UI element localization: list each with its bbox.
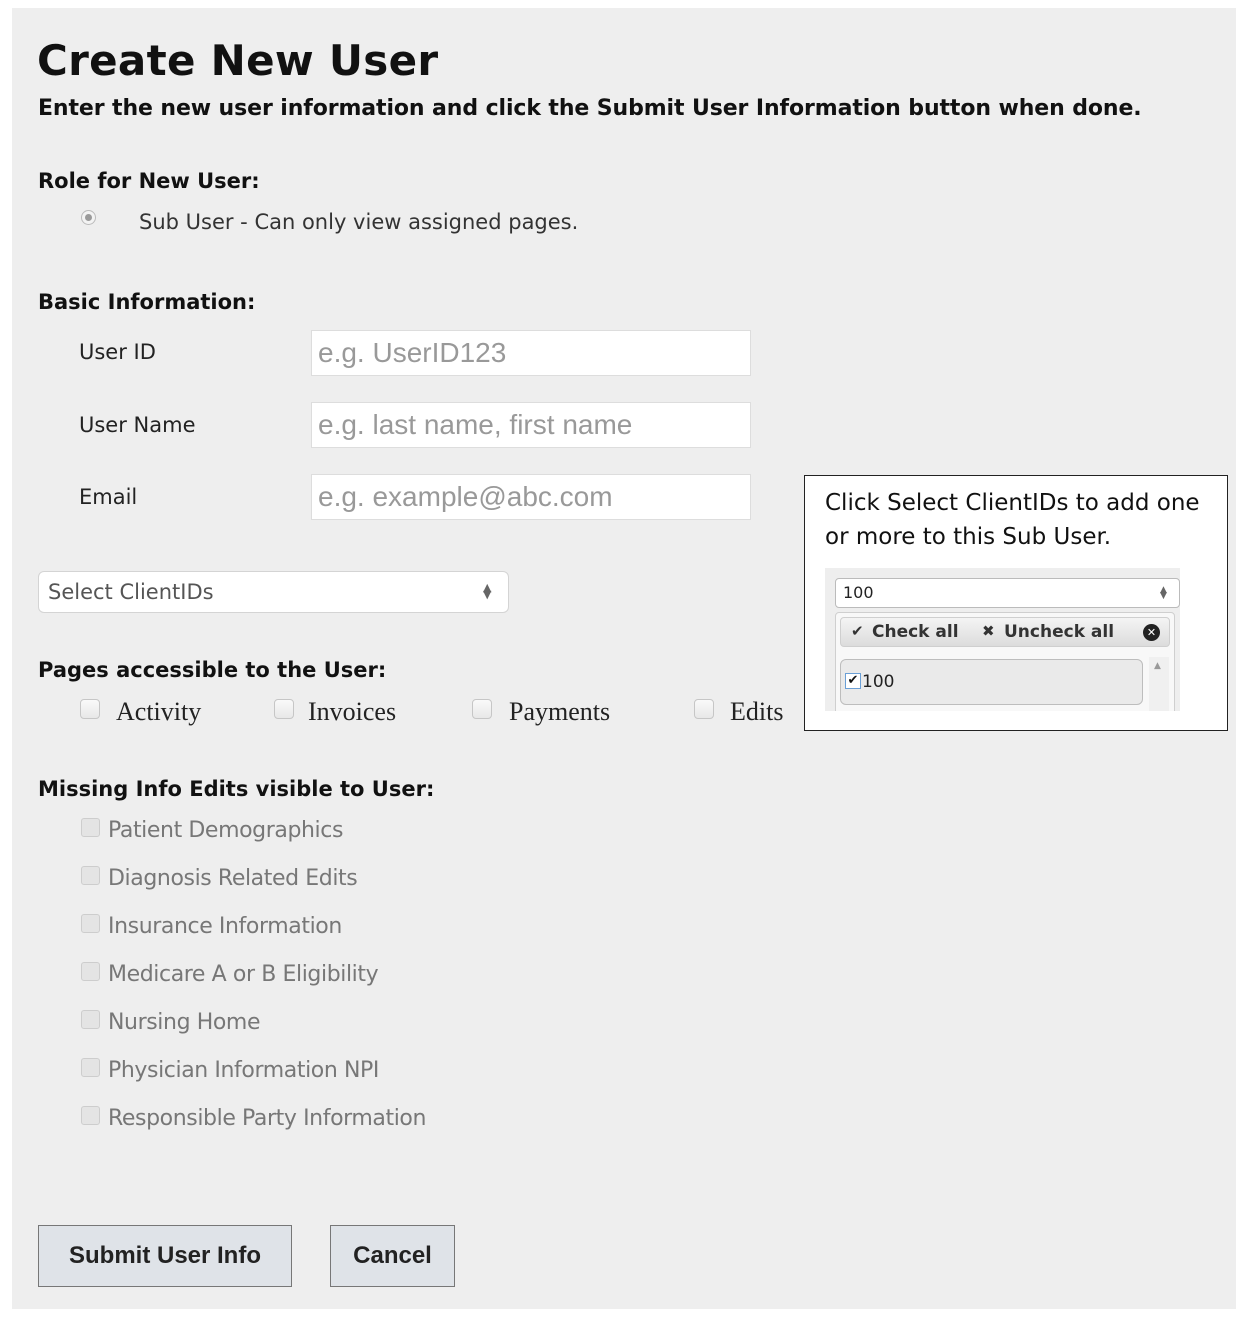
email-input[interactable] [311, 474, 751, 520]
medicare-eligibility-checkbox[interactable] [81, 962, 100, 981]
edits-checkbox[interactable] [694, 699, 714, 719]
mini-clientids-dropdown[interactable]: 100 ▲ ▼ [835, 578, 1180, 608]
mini-dropdown-value: 100 [843, 583, 874, 602]
patient-demographics-checkbox[interactable] [81, 818, 100, 837]
checkmark-icon: ✔ [851, 622, 864, 640]
check-all-link[interactable]: Check all [872, 622, 959, 642]
nursing-home-checkbox[interactable] [81, 1010, 100, 1029]
mini-item-label: 100 [862, 672, 895, 692]
diagnosis-related-edits-checkbox[interactable] [81, 866, 100, 885]
mini-list-item[interactable]: ✔ 100 [840, 659, 1143, 705]
user-id-input[interactable] [311, 330, 751, 376]
mini-dropdown-panel: ✔ Check all ✖ Uncheck all ✕ ✔ 100 ▲ [835, 612, 1175, 711]
callout-screenshot: 100 ▲ ▼ ✔ Check all ✖ Uncheck all ✕ ✔ 100… [825, 568, 1180, 711]
close-circle-icon[interactable]: ✕ [1143, 624, 1160, 641]
medicare-eligibility-label: Medicare A or B Eligibility [108, 962, 379, 987]
cancel-button[interactable]: Cancel [330, 1225, 455, 1287]
updown-arrows-icon: ▲ ▼ [1160, 585, 1167, 601]
activity-label: Activity [116, 697, 202, 726]
payments-label: Payments [509, 697, 611, 726]
select-clientids-value: Select ClientIDs [48, 580, 214, 604]
diagnosis-related-edits-label: Diagnosis Related Edits [108, 866, 358, 891]
insurance-information-checkbox[interactable] [81, 914, 100, 933]
email-label: Email [79, 485, 138, 509]
callout-text: Click Select ClientIDs to add one or mor… [825, 490, 1200, 550]
insurance-information-label: Insurance Information [108, 914, 342, 939]
user-name-label: User Name [79, 413, 196, 437]
mini-item-checkbox[interactable]: ✔ [845, 673, 861, 689]
responsible-party-information-label: Responsible Party Information [108, 1106, 427, 1131]
invoices-label: Invoices [308, 697, 397, 726]
select-clientids-dropdown[interactable]: Select ClientIDs ▲ ▼ [38, 571, 509, 613]
help-callout: Click Select ClientIDs to add one or mor… [804, 475, 1228, 731]
pages-section-label: Pages accessible to the User: [38, 658, 387, 682]
basic-info-section-label: Basic Information: [38, 290, 256, 314]
user-id-label: User ID [79, 340, 156, 364]
missing-info-section-label: Missing Info Edits visible to User: [38, 777, 435, 801]
mini-dropdown-header: ✔ Check all ✖ Uncheck all ✕ [840, 617, 1170, 647]
role-section-label: Role for New User: [38, 169, 260, 193]
submit-user-info-button[interactable]: Submit User Info [38, 1225, 292, 1287]
page-title: Create New User [37, 36, 439, 85]
activity-checkbox[interactable] [80, 699, 100, 719]
mini-scrollbar[interactable]: ▲ [1149, 657, 1169, 711]
nursing-home-label: Nursing Home [108, 1010, 261, 1035]
physician-information-npi-checkbox[interactable] [81, 1058, 100, 1077]
scroll-up-arrow-icon[interactable]: ▲ [1154, 661, 1161, 671]
sub-user-radio-label: Sub User - Can only view assigned pages. [139, 210, 579, 234]
physician-information-npi-label: Physician Information NPI [108, 1058, 379, 1083]
user-name-input[interactable] [311, 402, 751, 448]
payments-checkbox[interactable] [472, 699, 492, 719]
responsible-party-information-checkbox[interactable] [81, 1106, 100, 1125]
page-subtitle: Enter the new user information and click… [38, 96, 1142, 121]
uncheck-all-link[interactable]: Uncheck all [1004, 622, 1114, 642]
updown-arrows-icon: ▲ ▼ [483, 581, 492, 601]
sub-user-radio[interactable] [81, 210, 96, 225]
patient-demographics-label: Patient Demographics [108, 818, 344, 843]
edits-label: Edits [730, 697, 784, 726]
invoices-checkbox[interactable] [274, 699, 294, 719]
x-icon: ✖ [982, 622, 995, 640]
